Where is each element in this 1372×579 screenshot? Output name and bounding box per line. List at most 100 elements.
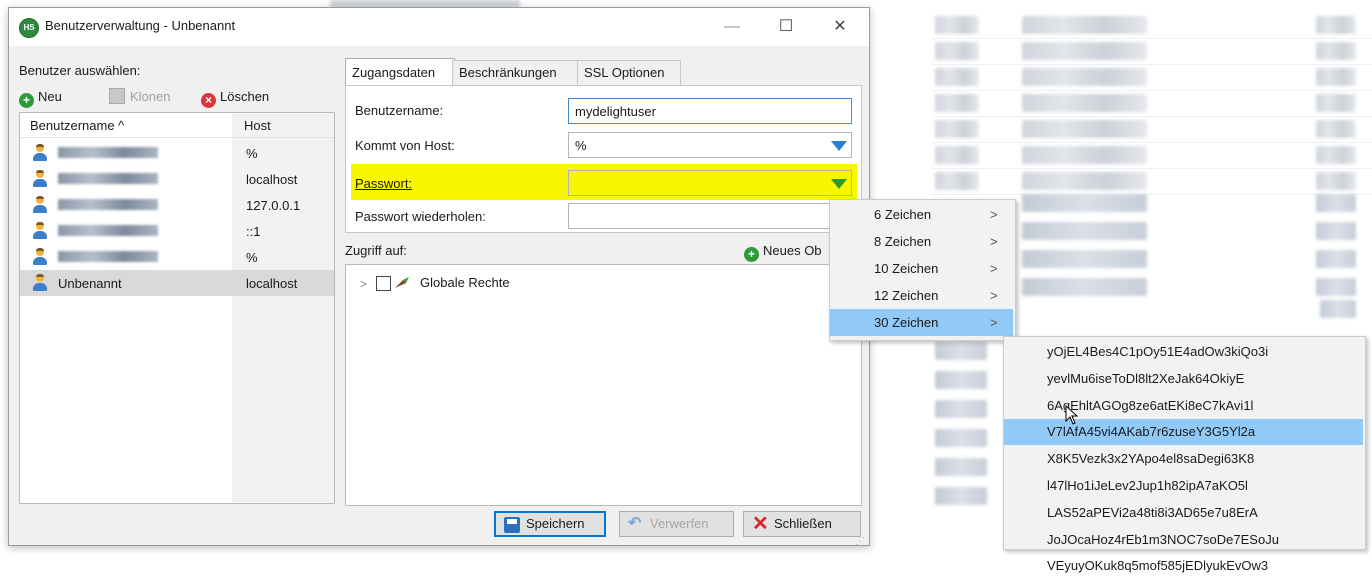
user-icon [32, 222, 48, 239]
user-list-row[interactable]: 127.0.0.1 [20, 192, 334, 218]
user-icon [32, 274, 48, 291]
save-button[interactable]: Speichern [494, 511, 606, 537]
user-name: Unbenannt [58, 276, 122, 291]
user-icon [32, 170, 48, 187]
user-icon [32, 248, 48, 265]
password-repeat-input[interactable] [568, 203, 852, 229]
x-icon: ✕ [752, 513, 769, 535]
save-label: Speichern [526, 516, 585, 531]
generated-password-item[interactable]: LAS52aPEVi2a48ti8i3AD65e7u8ErA [1004, 500, 1363, 526]
password-dropdown[interactable] [568, 170, 852, 196]
length-menu-item[interactable]: 12 Zeichen > [830, 282, 1013, 309]
user-list-row[interactable]: % [20, 244, 334, 270]
generated-password-item[interactable]: yevlMu6iseToDl8lt2XeJak64OkiyE [1004, 366, 1363, 392]
maximize-button[interactable]: ☐ [763, 8, 809, 46]
submenu-arrow-icon: > [990, 234, 998, 249]
mouse-cursor-icon [1065, 405, 1079, 425]
username-input[interactable]: mydelightuser [568, 98, 852, 124]
new-user-button[interactable]: + Neu [19, 88, 62, 108]
background-blurred-cell [1022, 222, 1147, 240]
submenu-arrow-icon: > [990, 207, 998, 222]
user-name [58, 173, 158, 184]
length-menu-label: 12 Zeichen [874, 288, 939, 303]
user-host: localhost [246, 172, 298, 187]
clone-user-label: Klonen [130, 89, 171, 104]
background-blurred-cell [1316, 278, 1356, 296]
generated-password-item[interactable]: V7lAfA45vi4AKab7r6zuseY3G5Yl2a [1004, 419, 1363, 446]
tab-credentials[interactable]: Zugangsdaten [345, 58, 455, 85]
column-header-host[interactable]: Host [244, 118, 271, 133]
user-name [58, 225, 158, 236]
tree-expand-arrow-icon[interactable]: > [360, 277, 367, 291]
user-list[interactable]: Benutzername ^ Host % localhost 127.0.0.1:… [19, 112, 335, 504]
resize-grip-icon[interactable]: ⋰ [855, 536, 865, 547]
delete-user-button[interactable]: × Löschen [201, 88, 269, 108]
user-list-row[interactable]: localhost [20, 166, 334, 192]
host-dropdown[interactable]: % [568, 132, 852, 158]
floppy-icon [504, 517, 520, 533]
generated-password-item[interactable]: yOjEL4Bes4C1pOy51E4adOw3kiQo3i [1004, 339, 1363, 365]
discard-label: Verwerfen [650, 516, 709, 531]
password-length-menu: 6 Zeichen >8 Zeichen >10 Zeichen >12 Zeiche… [829, 199, 1016, 341]
length-menu-item[interactable]: 10 Zeichen > [830, 255, 1013, 282]
submenu-arrow-icon: > [990, 315, 998, 330]
length-menu-label: 30 Zeichen [874, 315, 939, 330]
user-name [58, 147, 158, 158]
generated-password-item[interactable]: VEyuyOKuk8q5mof585jEDlyukEvOw3 [1004, 553, 1363, 579]
length-menu-item[interactable]: 6 Zeichen > [830, 201, 1013, 228]
background-blurred-cell [935, 42, 979, 60]
tab-ssl-options[interactable]: SSL Optionen [577, 60, 681, 85]
generated-password-item[interactable]: 6AgEhltAGOg8ze6atEKi8eC7kAvi1l [1004, 393, 1363, 419]
discard-button[interactable]: ↶ Verwerfen [619, 511, 734, 537]
privilege-tree[interactable]: > Globale Rechte [345, 264, 862, 506]
minimize-button[interactable]: — [709, 8, 755, 46]
user-list-row[interactable]: ::1 [20, 218, 334, 244]
generated-password-item[interactable]: l47lHo1iJeLev2Jup1h82ipA7aKO5l [1004, 473, 1363, 499]
global-privileges-icon [395, 277, 409, 288]
background-row-divider [932, 116, 1372, 117]
window-title: Benutzerverwaltung - Unbenannt [45, 18, 236, 33]
length-menu-item[interactable]: 30 Zeichen > [830, 309, 1013, 336]
clone-icon [109, 88, 125, 104]
close-button[interactable]: ✕ Schließen [743, 511, 861, 537]
new-object-label: Neues Ob [763, 243, 822, 258]
background-blurred-cell [935, 487, 987, 505]
length-menu-label: 10 Zeichen [874, 261, 939, 276]
user-list-row[interactable]: Unbenannt localhost [20, 270, 334, 296]
length-menu-label: 8 Zeichen [874, 234, 932, 249]
generated-password-text: l47lHo1iJeLev2Jup1h82ipA7aKO5l [1047, 478, 1248, 493]
dropdown-arrow-icon[interactable] [831, 141, 847, 151]
user-host: ::1 [246, 224, 261, 239]
background-blurred-cell [1022, 42, 1147, 60]
plus-circle-icon: + [744, 247, 759, 262]
background-blurred-cell [1022, 16, 1147, 34]
tab-limits[interactable]: Beschränkungen [452, 60, 579, 85]
user-name [58, 251, 158, 262]
user-list-row[interactable]: % [20, 140, 334, 166]
generated-password-text: yOjEL4Bes4C1pOy51E4adOw3kiQo3i [1047, 344, 1269, 359]
generated-password-item[interactable]: X8K5Vezk3x2YApo4el8saDegi63K8 [1004, 446, 1363, 472]
clone-user-button[interactable]: Klonen [109, 88, 170, 106]
length-menu-item[interactable]: 8 Zeichen > [830, 228, 1013, 255]
host-value: % [575, 138, 587, 153]
background-row-divider [932, 38, 1372, 39]
generated-password-item[interactable]: JoJOcaHoz4rEb1m3NOC7soDe7ESoJu [1004, 527, 1363, 553]
tree-item-checkbox[interactable] [376, 276, 391, 291]
background-blurred-cell [1022, 120, 1147, 138]
user-host: 127.0.0.1 [246, 198, 301, 213]
user-host: localhost [246, 276, 298, 291]
close-window-button[interactable]: ✕ [817, 8, 863, 46]
generated-password-text: yevlMu6iseToDl8lt2XeJak64OkiyE [1047, 370, 1245, 386]
background-blurred-cell [1316, 146, 1356, 164]
background-blurred-cell [1316, 250, 1356, 268]
tree-item-label[interactable]: Globale Rechte [420, 275, 510, 290]
delete-circle-icon: × [201, 93, 216, 108]
column-header-username[interactable]: Benutzername ^ [30, 118, 124, 133]
password-generator-arrow-icon[interactable] [831, 179, 847, 189]
background-row-divider [932, 90, 1372, 91]
background-blurred-cell [1022, 68, 1147, 86]
background-row-divider [932, 194, 1372, 195]
new-user-label: Neu [38, 89, 62, 104]
new-object-button[interactable]: + Neues Ob [744, 243, 822, 262]
access-label: Zugriff auf: [345, 243, 407, 258]
